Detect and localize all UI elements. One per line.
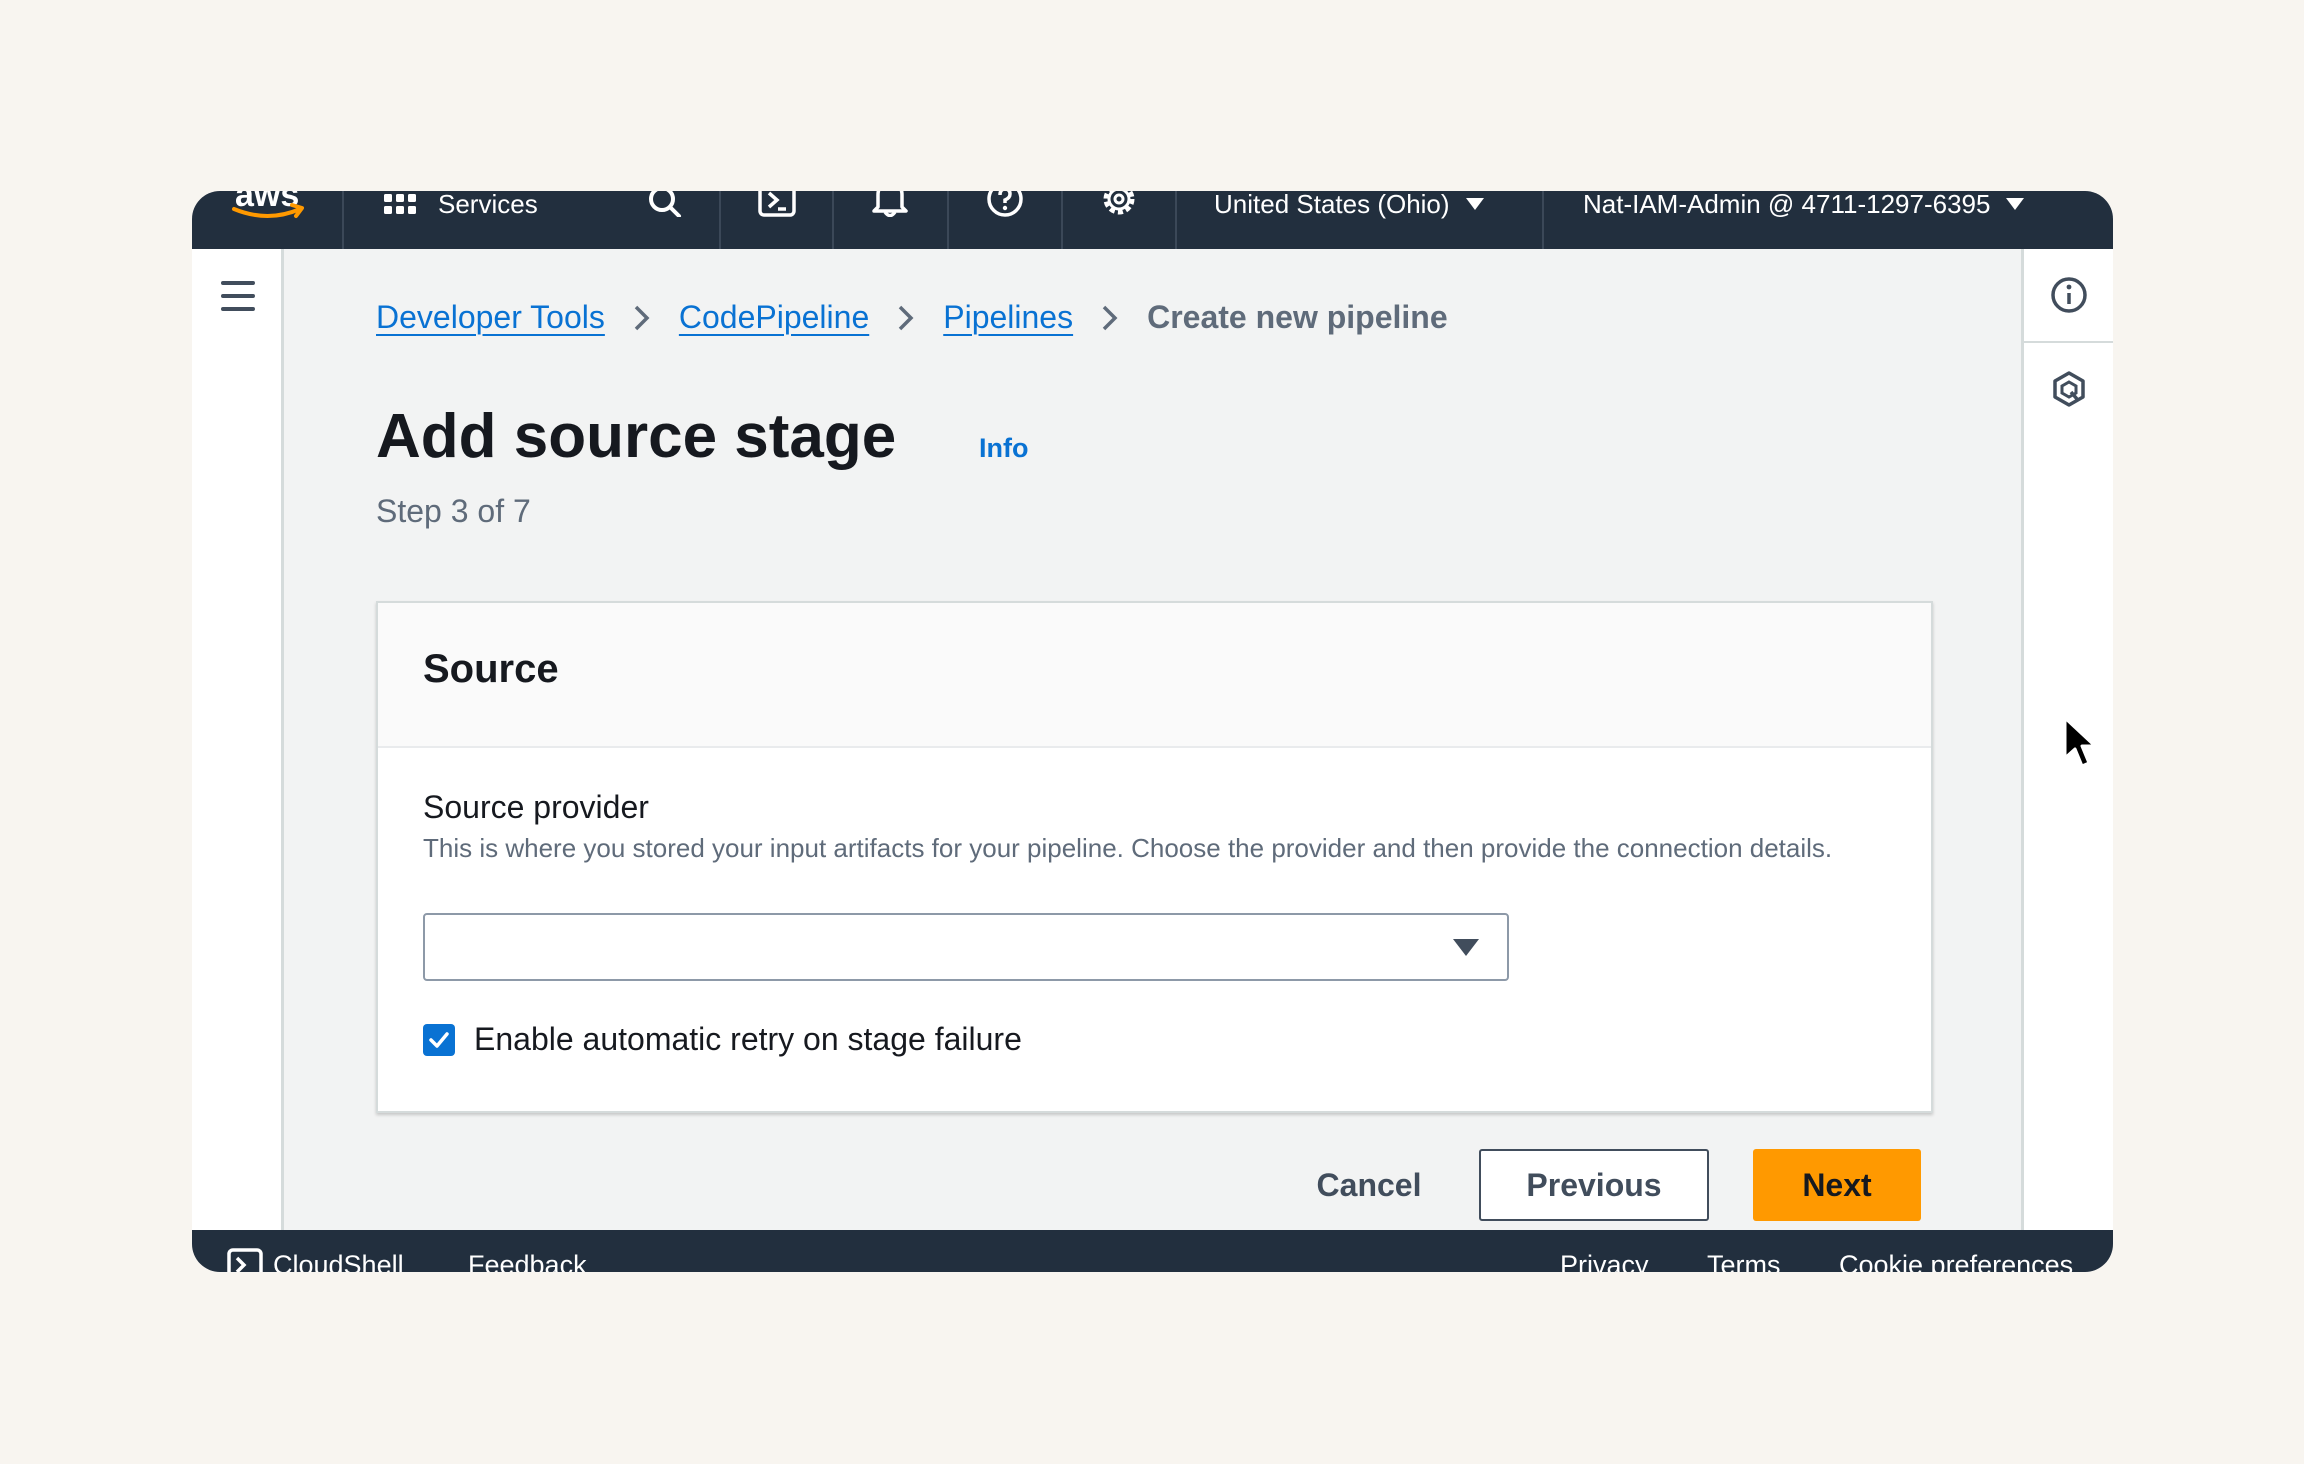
checkmark-icon [429,1031,449,1048]
region-selector[interactable]: United States (Ohio) [1214,191,1486,219]
nav-divider [342,191,344,249]
console-window: aws Services United States (Ohio) Nat-IA… [192,191,2113,1272]
amazon-q-icon [2052,371,2085,407]
source-provider-description: This is where you stored your input arti… [423,833,1833,863]
step-indicator: Step 3 of 7 [376,493,531,529]
main-content: Developer Tools CodePipeline Pipelines C… [284,249,2021,1230]
breadcrumb-pipelines[interactable]: Pipelines [943,299,1073,336]
help-icon [987,191,1023,217]
info-icon [2050,277,2087,313]
source-provider-label: Source provider [423,789,649,825]
nav-divider [1542,191,1544,249]
cancel-button[interactable]: Cancel [1289,1149,1449,1221]
previous-button[interactable]: Previous [1479,1149,1709,1221]
caret-down-icon [1465,198,1484,210]
services-menu[interactable]: Services [382,191,538,219]
source-container-title: Source [423,647,559,691]
cloudshell-icon [227,1248,263,1272]
retry-checkbox-label: Enable automatic retry on stage failure [474,1021,1022,1057]
mouse-cursor-icon [2063,716,2097,768]
info-link[interactable]: Info [979,433,1028,464]
console-footer: CloudShell Feedback Privacy Terms Cookie… [192,1230,2113,1272]
next-button[interactable]: Next [1753,1149,1921,1221]
hamburger-icon [221,294,255,298]
region-label: United States (Ohio) [1214,191,1450,219]
nav-divider [1061,191,1063,249]
caret-down-icon [1453,939,1479,956]
services-label: Services [438,191,538,219]
breadcrumb-codepipeline[interactable]: CodePipeline [679,299,869,336]
cloudshell-button[interactable] [758,191,796,217]
bell-icon [872,191,908,217]
caret-down-icon [2006,198,2025,210]
account-menu[interactable]: Nat-IAM-Admin @ 4711-1297-6395 [1583,191,2026,219]
source-provider-select[interactable] [423,913,1509,981]
notifications-button[interactable] [871,191,909,217]
retry-checkbox[interactable] [423,1023,455,1056]
source-container: Source Source provider This is where you… [376,601,1933,1113]
footer-privacy-link[interactable]: Privacy [1560,1250,1649,1272]
footer-feedback-link[interactable]: Feedback [468,1250,587,1272]
top-navigation-bar: aws Services United States (Ohio) Nat-IA… [192,191,2113,249]
settings-icon [1103,191,1135,215]
retry-option[interactable]: Enable automatic retry on stage failure [423,1021,1022,1058]
footer-cookie-preferences-link[interactable]: Cookie preferences [1839,1250,2073,1272]
breadcrumb: Developer Tools CodePipeline Pipelines C… [376,299,1448,336]
hamburger-icon [221,281,255,285]
search-button[interactable] [648,191,682,217]
left-navigation-rail [192,249,284,1230]
nav-divider [1175,191,1177,249]
grid-icon [384,194,416,214]
footer-cloudshell-label: CloudShell [273,1250,404,1272]
info-panel-button[interactable] [2024,249,2113,341]
settings-button[interactable] [1100,191,1138,217]
nav-divider [719,191,721,249]
hamburger-icon [221,307,255,311]
help-button[interactable] [986,191,1024,217]
chevron-right-icon [869,304,943,332]
account-label: Nat-IAM-Admin @ 4711-1297-6395 [1583,191,1991,219]
amazon-q-button[interactable] [2024,343,2113,435]
search-icon [649,191,681,217]
chevron-right-icon [605,304,679,332]
footer-terms-link[interactable]: Terms [1707,1250,1781,1272]
source-container-header: Source [378,603,1931,748]
nav-divider [832,191,834,249]
nav-divider [947,191,949,249]
breadcrumb-developer-tools[interactable]: Developer Tools [376,299,605,336]
footer-cloudshell-link[interactable]: CloudShell [227,1248,404,1272]
aws-smile-icon [232,203,304,218]
breadcrumb-current: Create new pipeline [1147,299,1448,335]
menu-toggle[interactable] [221,281,255,311]
cloudshell-icon [758,191,796,217]
page-title: Add source stage [376,402,897,471]
chevron-right-icon [1073,304,1147,332]
aws-logo[interactable]: aws [230,191,310,225]
